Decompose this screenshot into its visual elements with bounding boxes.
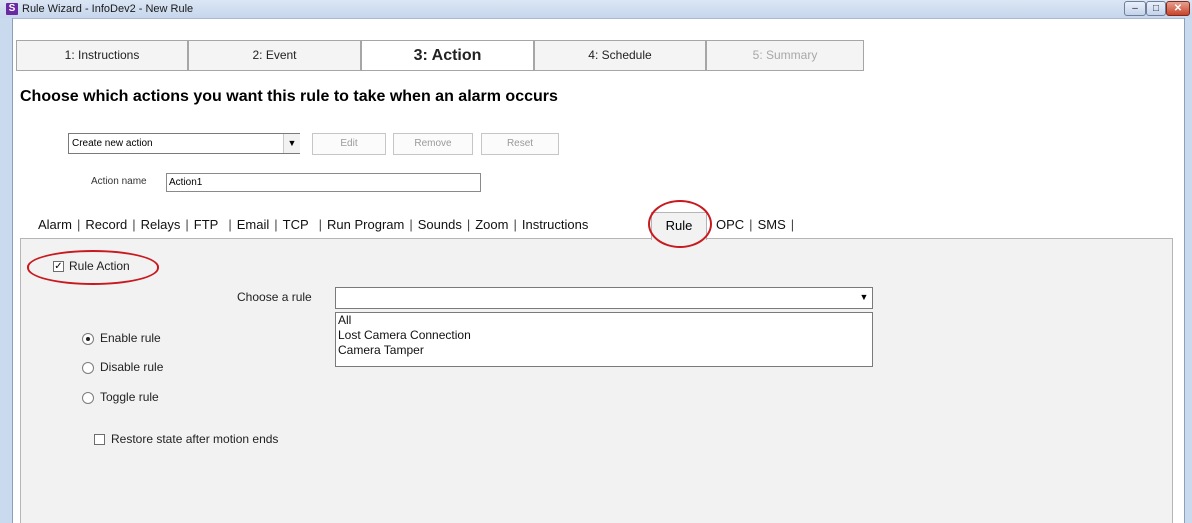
step-action[interactable]: 3: Action [361, 40, 534, 71]
enable-rule-radio[interactable] [82, 333, 94, 345]
rule-action-label: Rule Action [69, 259, 130, 273]
rule-option[interactable]: Lost Camera Connection [336, 328, 872, 343]
remove-button: Remove [393, 133, 473, 155]
reset-button: Reset [481, 133, 559, 155]
step-instructions[interactable]: 1: Instructions [16, 40, 188, 71]
action-select[interactable]: Create new action [68, 133, 300, 154]
tab-sms[interactable]: SMS [754, 212, 790, 238]
window-frame-left [0, 18, 13, 523]
restore-state-checkbox[interactable] [94, 434, 105, 445]
close-icon: ✕ [1173, 3, 1183, 14]
tab-opc[interactable]: OPC [712, 212, 748, 238]
action-name-field[interactable]: Action1 [166, 173, 481, 192]
tab-ftp[interactable]: FTP [190, 212, 223, 238]
tab-instructions[interactable]: Instructions [518, 212, 592, 238]
choose-rule-chevron-icon[interactable]: ▼ [856, 288, 872, 308]
toggle-rule-radio[interactable] [82, 392, 94, 404]
edit-button: Edit [312, 133, 386, 155]
tab-tcp[interactable]: TCP [279, 212, 313, 238]
close-button[interactable]: ✕ [1166, 1, 1190, 16]
choose-rule-label: Choose a rule [237, 290, 312, 304]
tab-zoom[interactable]: Zoom [471, 212, 512, 238]
action-tabs-right: OPC | SMS | [712, 212, 795, 238]
tab-run-program[interactable]: Run Program [323, 212, 408, 238]
minimize-icon: – [1132, 3, 1138, 14]
rule-panel [20, 238, 1173, 523]
app-icon: S [6, 3, 18, 15]
choose-rule-select[interactable] [335, 287, 873, 309]
toggle-rule-label: Toggle rule [100, 390, 159, 404]
disable-rule-radio[interactable] [82, 362, 94, 374]
maximize-button[interactable]: □ [1146, 1, 1166, 16]
window-frame-right [1184, 18, 1192, 523]
disable-rule-label: Disable rule [100, 360, 164, 374]
tab-record[interactable]: Record [81, 212, 131, 238]
rule-action-checkbox[interactable]: ✓ [53, 261, 64, 272]
action-tabs: Alarm | Record | Relays | FTP | Email | TCP | Run Pr… [34, 212, 592, 238]
action-select-value: Create new action [72, 138, 153, 149]
step-summary: 5: Summary [706, 40, 864, 71]
page-heading: Choose which actions you want this rule … [20, 88, 558, 105]
restore-state-label: Restore state after motion ends [111, 432, 279, 446]
tab-sounds[interactable]: Sounds [414, 212, 466, 238]
tab-alarm[interactable]: Alarm [34, 212, 76, 238]
rule-option[interactable]: All [336, 313, 872, 328]
minimize-button[interactable]: – [1124, 1, 1146, 16]
chevron-down-icon[interactable]: ▼ [283, 134, 300, 153]
tab-email[interactable]: Email [233, 212, 274, 238]
tab-relays[interactable]: Relays [137, 212, 185, 238]
rule-options-list[interactable]: All Lost Camera Connection Camera Tamper [335, 312, 873, 367]
window-title: Rule Wizard - InfoDev2 - New Rule [22, 3, 194, 15]
maximize-icon: □ [1152, 3, 1160, 14]
action-name-label: Action name [91, 176, 147, 187]
rule-option[interactable]: Camera Tamper [336, 343, 872, 358]
enable-rule-label: Enable rule [100, 331, 161, 345]
step-event[interactable]: 2: Event [188, 40, 361, 71]
rule-tab-highlight [648, 200, 712, 248]
step-schedule[interactable]: 4: Schedule [534, 40, 706, 71]
